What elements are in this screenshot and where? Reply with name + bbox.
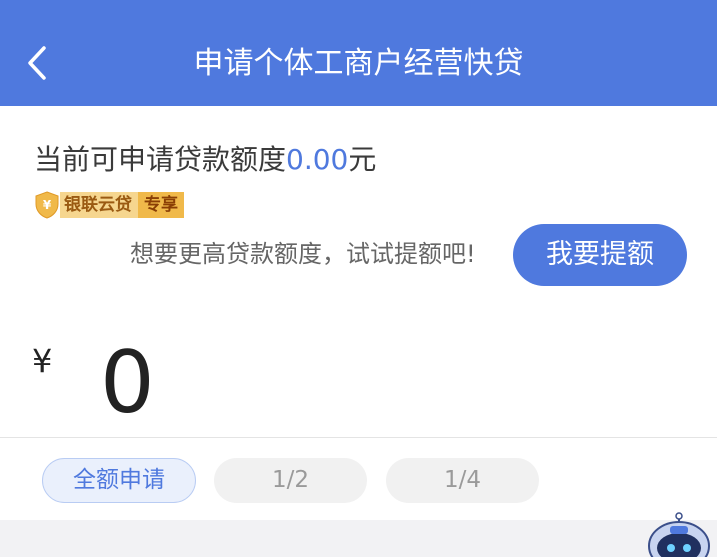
bottom-section (0, 520, 717, 557)
raise-quota-button[interactable]: 我要提额 (513, 224, 687, 286)
ratio-option-quarter[interactable]: 1/4 (386, 458, 539, 503)
shield-yen-icon: ¥ (35, 191, 59, 219)
divider (0, 437, 717, 438)
ratio-option-half[interactable]: 1/2 (214, 458, 367, 503)
robot-assistant-button[interactable] (640, 512, 717, 557)
quota-amount: 0.00 (286, 143, 349, 176)
available-quota-text: 当前可申请贷款额度0.00元 (34, 140, 376, 180)
quota-prefix: 当前可申请贷款额度 (34, 143, 287, 176)
raise-quota-hint: 想要更高贷款额度，试试提额吧! (130, 240, 476, 268)
currency-symbol: ¥ (32, 342, 53, 380)
quota-unit: 元 (348, 143, 377, 176)
top-bar: 申请个体工商户经营快贷 (0, 0, 717, 106)
loan-amount-input[interactable] (100, 338, 660, 428)
svg-text:¥: ¥ (43, 198, 52, 212)
ratio-option-full[interactable]: 全额申请 (42, 458, 196, 503)
page-title: 申请个体工商户经营快贷 (193, 46, 524, 81)
exclusive-badge: ¥ 银联云贷 专享 (34, 191, 184, 219)
badge-brand: 银联云贷 (60, 192, 138, 218)
robot-assistant-icon (648, 512, 710, 557)
badge-tag: 专享 (138, 192, 184, 218)
